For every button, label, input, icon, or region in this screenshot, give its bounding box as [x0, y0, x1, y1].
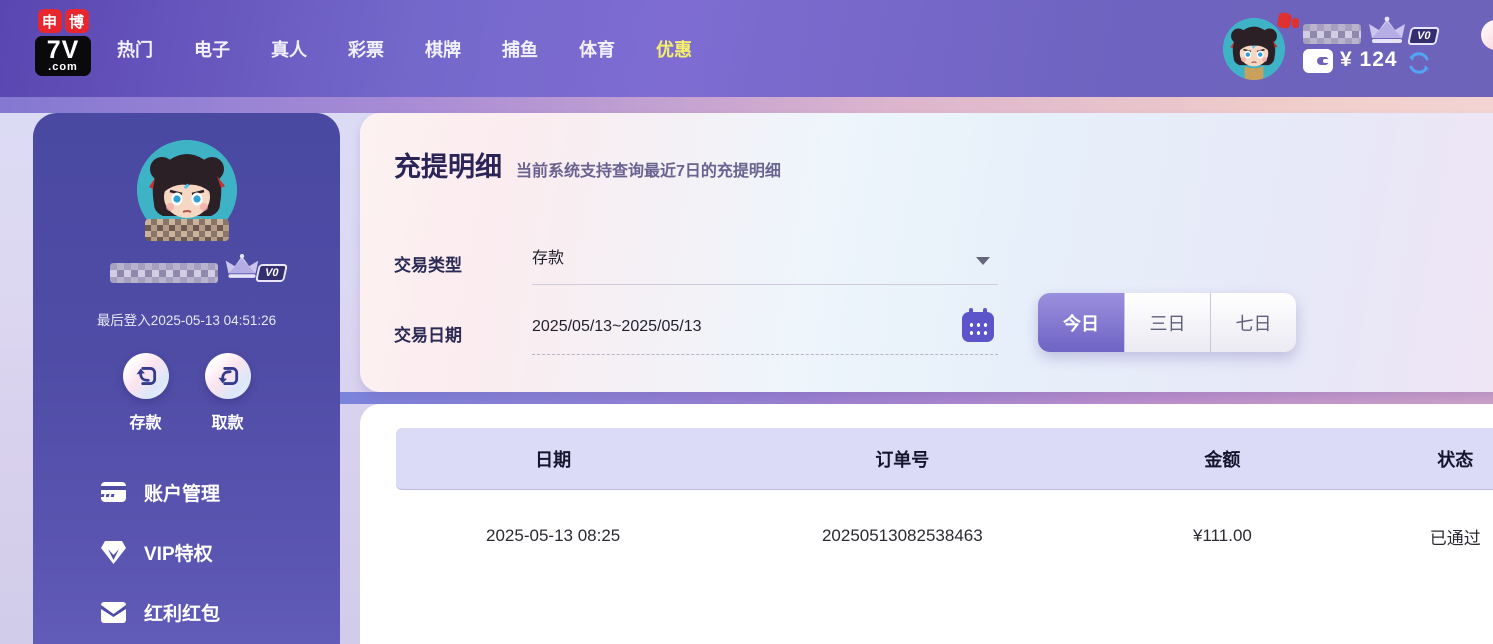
- sidebar-item-bonus[interactable]: 红利红包: [100, 593, 340, 631]
- avatar-illustration: [1223, 18, 1285, 80]
- refresh-balance-icon[interactable]: [1406, 50, 1432, 76]
- withdraw-icon: [205, 353, 251, 399]
- column-header-order: 订单号: [710, 446, 1094, 472]
- top-navigation-bar: 申 博 7V .com 热门 电子 真人 彩票 棋牌 捕鱼 体育 优惠: [0, 0, 1493, 97]
- wallet-icon: [1303, 49, 1333, 73]
- date-range-tabs: 今日 三日 七日: [1038, 293, 1296, 352]
- nav-item-promo[interactable]: 优惠: [656, 36, 692, 62]
- card-header: 充提明细 当前系统支持查询最近7日的充提明细: [394, 145, 781, 184]
- profile-sidebar: V0 最后登入2025-05-13 04:51:26 存款: [33, 113, 340, 644]
- username-row: V0: [33, 259, 340, 287]
- nav-item-lottery[interactable]: 彩票: [348, 36, 384, 62]
- table-header-row: 日期 订单号 金额 状态: [396, 428, 1493, 490]
- transaction-type-select[interactable]: 存款: [532, 233, 998, 285]
- user-avatar[interactable]: [1223, 18, 1285, 80]
- tab-7days[interactable]: 七日: [1210, 293, 1296, 352]
- sidebar-item-label: 账户管理: [144, 479, 220, 506]
- deposit-button[interactable]: 存款: [123, 353, 169, 433]
- logo-char: 博: [65, 9, 89, 33]
- nav-item-chess[interactable]: 棋牌: [425, 36, 461, 62]
- last-login-text: 最后登入2025-05-13 04:51:26: [33, 309, 340, 329]
- nav-item-sports[interactable]: 体育: [579, 36, 615, 62]
- row-status: 已通过: [1350, 524, 1493, 549]
- username-masked: [1303, 24, 1361, 44]
- row-order-number: 20250513082538463: [710, 526, 1094, 546]
- site-logo[interactable]: 申 博 7V .com: [35, 9, 91, 76]
- withdraw-button[interactable]: 取款: [205, 353, 251, 433]
- sidebar-item-label: VIP特权: [144, 539, 213, 566]
- calendar-icon[interactable]: [962, 312, 994, 342]
- chevron-down-icon: [976, 257, 990, 265]
- column-header-amount: 金额: [1094, 446, 1350, 472]
- table-row: 2025-05-13 08:25 20250513082538463 ¥111.…: [396, 491, 1493, 581]
- page-subtitle: 当前系统支持查询最近7日的充提明细: [516, 157, 781, 181]
- nav-item-hot[interactable]: 热门: [117, 36, 153, 62]
- nav-item-fishing[interactable]: 捕鱼: [502, 36, 538, 62]
- row-amount: ¥111.00: [1094, 526, 1350, 546]
- vip-crown-icon: [1366, 16, 1408, 46]
- tab-today[interactable]: 今日: [1038, 293, 1124, 352]
- partial-edge-button[interactable]: [1481, 20, 1493, 50]
- avatar-censor-mosaic: [145, 219, 229, 241]
- filter-type-label: 交易类型: [394, 251, 462, 276]
- deposit-label: 存款: [129, 409, 161, 433]
- date-range-value: 2025/05/13~2025/05/13: [532, 318, 702, 335]
- card-icon: [100, 480, 127, 504]
- sidebar-item-label: 红利红包: [144, 599, 220, 626]
- notification-dot: [1292, 18, 1299, 28]
- sidebar-item-account[interactable]: 账户管理: [100, 473, 340, 511]
- transactions-table-card: 日期 订单号 金额 状态 2025-05-13 08:25 2025051308…: [360, 404, 1493, 644]
- logo-tld-text: .com: [38, 62, 88, 73]
- logo-brand-characters: 申 博: [35, 9, 91, 33]
- vip-level-badge: V0: [1407, 27, 1440, 45]
- envelope-icon: [100, 601, 127, 624]
- logo-domain-block: 7V .com: [35, 36, 91, 76]
- column-header-status: 状态: [1350, 446, 1493, 472]
- nav-item-live[interactable]: 真人: [271, 36, 307, 62]
- header-divider-band: [0, 97, 1493, 113]
- logo-char: 申: [38, 9, 62, 33]
- balance-amount: ¥ 124: [1340, 48, 1398, 72]
- username-masked: [110, 263, 218, 283]
- logo-main-text: 7V: [38, 38, 88, 62]
- vip-level-badge: V0: [255, 264, 288, 282]
- page-title: 充提明细: [394, 145, 502, 184]
- main-nav: 热门 电子 真人 彩票 棋牌 捕鱼 体育 优惠: [117, 0, 692, 97]
- nav-item-slots[interactable]: 电子: [194, 36, 230, 62]
- date-range-input[interactable]: 2025/05/13~2025/05/13: [532, 299, 998, 355]
- page: 申 博 7V .com 热门 电子 真人 彩票 棋牌 捕鱼 体育 优惠: [0, 0, 1493, 644]
- tab-3days[interactable]: 三日: [1124, 293, 1210, 352]
- sidebar-item-vip[interactable]: VIP特权: [100, 533, 340, 571]
- column-header-date: 日期: [396, 446, 710, 472]
- filter-date-label: 交易日期: [394, 321, 462, 346]
- transaction-type-value: 存款: [532, 250, 564, 267]
- gem-icon: [100, 540, 127, 565]
- content-divider-band: [340, 392, 1493, 404]
- deposit-icon: [123, 353, 169, 399]
- row-date: 2025-05-13 08:25: [396, 526, 710, 546]
- filter-card: 充提明细 当前系统支持查询最近7日的充提明细 交易类型 存款 交易日期 2025…: [360, 113, 1493, 392]
- quick-actions: 存款 取款: [33, 353, 340, 433]
- sidebar-menu: 账户管理 VIP特权 红利红包: [100, 473, 340, 644]
- withdraw-label: 取款: [211, 409, 243, 433]
- notification-badge[interactable]: [1277, 12, 1293, 29]
